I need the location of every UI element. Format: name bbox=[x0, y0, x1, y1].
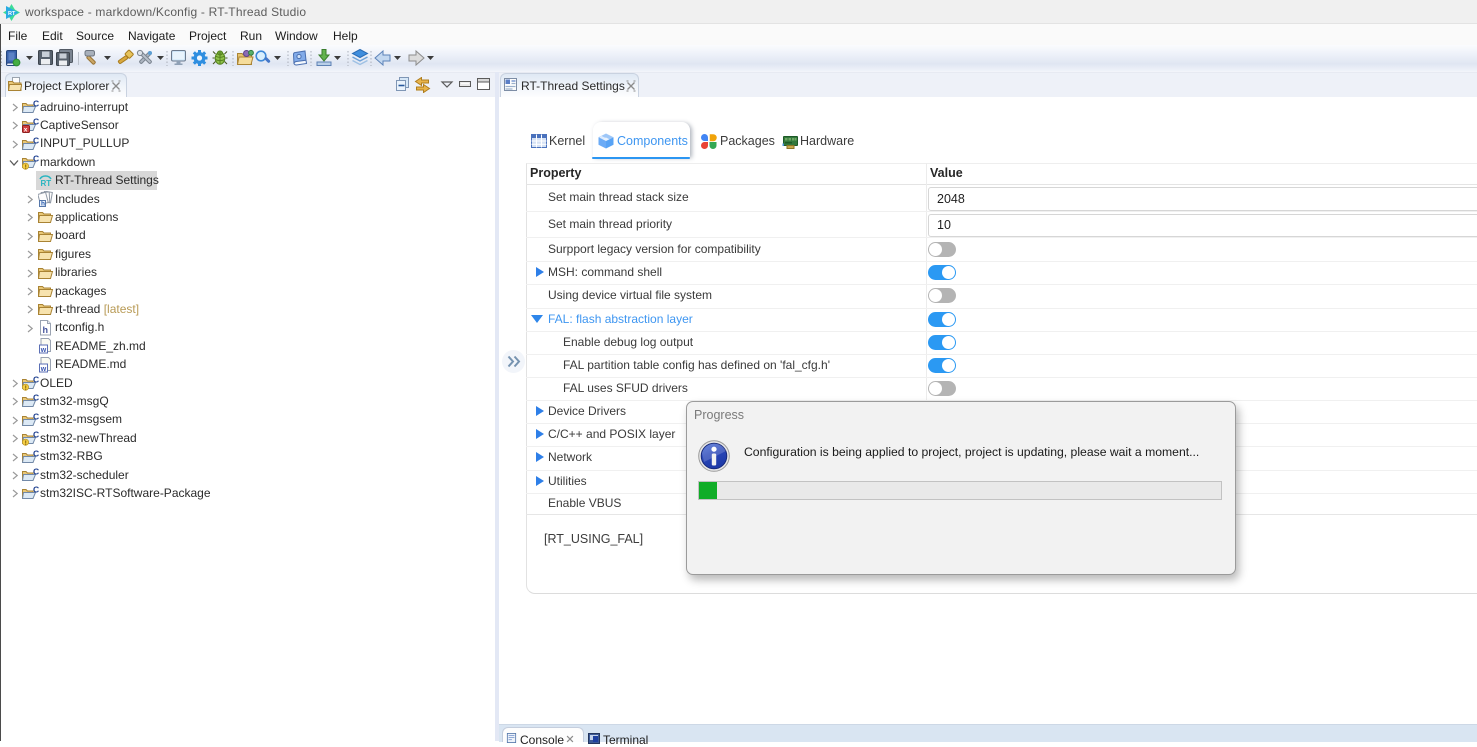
svg-text:!: ! bbox=[25, 164, 27, 170]
svg-text:C: C bbox=[33, 485, 39, 495]
svg-text:h: h bbox=[43, 325, 49, 335]
svg-text:w: w bbox=[40, 347, 47, 354]
svg-text:RT: RT bbox=[41, 179, 52, 188]
svg-text:C: C bbox=[33, 430, 39, 440]
svg-text:h: h bbox=[41, 201, 45, 207]
svg-text:!: ! bbox=[25, 385, 27, 391]
svg-text:C: C bbox=[33, 393, 39, 403]
svg-text:RT: RT bbox=[8, 11, 16, 17]
svg-text:w: w bbox=[40, 365, 47, 372]
svg-text:C: C bbox=[33, 412, 39, 422]
svg-text:C: C bbox=[33, 117, 39, 127]
svg-text:C: C bbox=[33, 154, 39, 164]
svg-text:C: C bbox=[33, 375, 39, 385]
svg-text:C: C bbox=[33, 99, 39, 109]
svg-text:!: ! bbox=[25, 440, 27, 446]
svg-text:C: C bbox=[33, 467, 39, 477]
svg-text:C: C bbox=[33, 449, 39, 459]
svg-text:C: C bbox=[33, 136, 39, 146]
svg-text:x: x bbox=[24, 127, 28, 134]
